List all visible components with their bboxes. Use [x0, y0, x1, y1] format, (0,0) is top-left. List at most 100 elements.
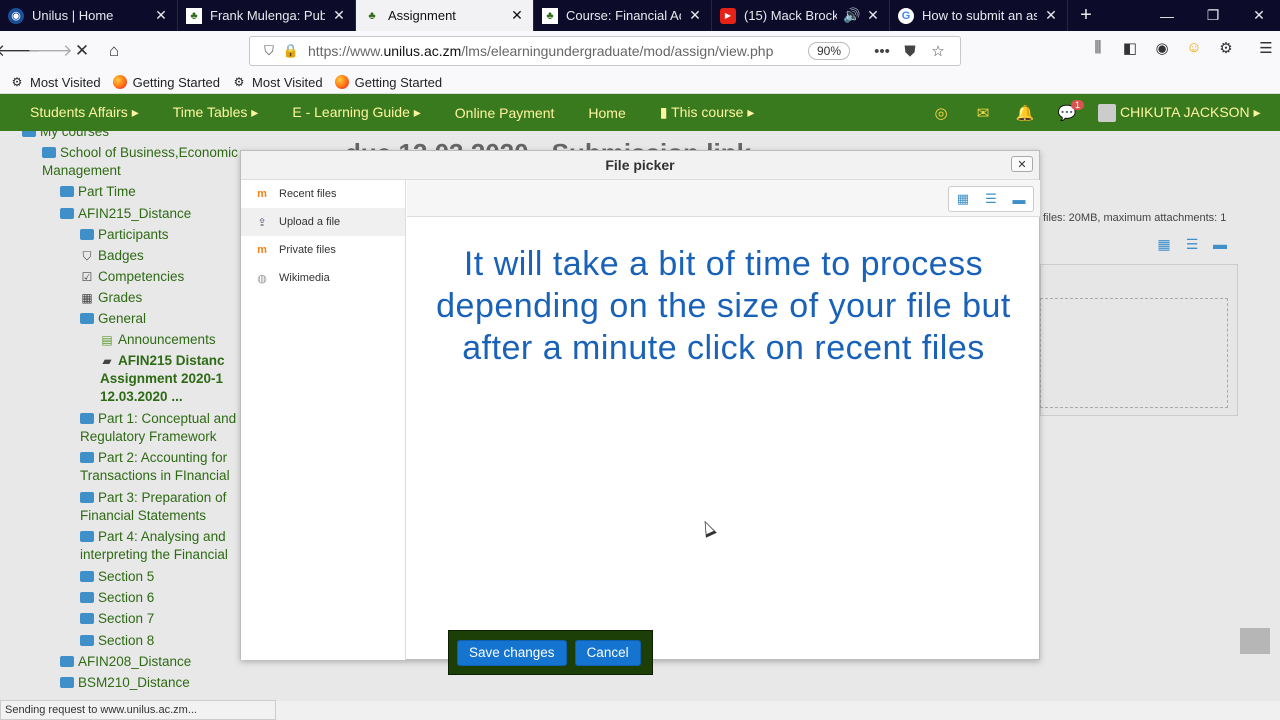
- folder-icon: [80, 613, 94, 624]
- window-close-icon[interactable]: ✕: [1236, 0, 1280, 31]
- chat-icon[interactable]: 💬 1: [1046, 99, 1088, 122]
- folder-icon[interactable]: ▬: [1206, 236, 1234, 253]
- tab-frank-mulenga[interactable]: ♣ Frank Mulenga: Public ✕: [178, 0, 356, 31]
- nav-students-affairs[interactable]: Students Affairs ▸: [30, 104, 139, 121]
- mail-icon[interactable]: ✉: [962, 104, 1004, 122]
- sidebar-item-assignment-date[interactable]: 12.03.2020 ...: [100, 388, 183, 406]
- scroll-to-top-button[interactable]: [1240, 628, 1270, 654]
- nav-online-payment[interactable]: Online Payment: [455, 105, 555, 121]
- close-icon[interactable]: ✕: [865, 7, 881, 24]
- sidebar-item-participants[interactable]: Participants: [80, 226, 169, 244]
- shield-icon[interactable]: ⛉: [258, 43, 280, 59]
- library-icon[interactable]: ⫼: [1082, 39, 1114, 57]
- sidebar-item-part1-cont[interactable]: Regulatory Framework: [80, 428, 217, 446]
- sidebar-item-badges[interactable]: ⛉ Badges: [80, 247, 143, 265]
- sidebar-item-announcements[interactable]: ▤ Announcements: [100, 331, 215, 349]
- sidebar-item-afin215[interactable]: AFIN215_Distance: [60, 205, 191, 223]
- bookmark-getting-started[interactable]: Getting Started: [334, 75, 442, 90]
- firefox-icon: [334, 75, 349, 89]
- drop-zone[interactable]: [1040, 298, 1228, 408]
- repo-wikimedia[interactable]: ◍ Wikimedia: [241, 264, 405, 292]
- save-changes-button[interactable]: Save changes: [457, 639, 567, 666]
- sidebar-item-section6[interactable]: Section 6: [80, 589, 154, 607]
- sidebar-item-part2-cont[interactable]: Transactions in FInancial: [80, 467, 230, 485]
- speaker-icon[interactable]: 🔊: [843, 7, 860, 24]
- folder-icon: [80, 571, 94, 582]
- close-icon[interactable]: ✕: [687, 7, 703, 24]
- tab-unilus-home[interactable]: ◉ Unilus | Home ✕: [0, 0, 178, 31]
- sidebar-item-part1[interactable]: Part 1: Conceptual and: [80, 410, 236, 428]
- sidebar-toggle-icon[interactable]: ◧: [1114, 39, 1146, 57]
- bookmark-most-visited[interactable]: ⚙ Most Visited: [10, 75, 101, 90]
- url-bar[interactable]: ⛉ 🔒 https://www.unilus.ac.zm/lms/elearni…: [249, 36, 961, 66]
- sidebar-item-assignment-cont[interactable]: Assignment 2020-1: [100, 370, 223, 388]
- close-icon[interactable]: ✕: [509, 7, 525, 24]
- repo-private-files[interactable]: m Private files: [241, 236, 405, 264]
- nav-time-tables[interactable]: Time Tables ▸: [173, 104, 259, 121]
- emoji-extension-icon[interactable]: ☺: [1178, 39, 1210, 57]
- sidebar-item-part2[interactable]: Part 2: Accounting for: [80, 449, 227, 467]
- list-view-icon[interactable]: ☰: [1178, 236, 1206, 253]
- repo-recent-files[interactable]: m Recent files: [241, 180, 405, 208]
- sidebar-item-part4[interactable]: Part 4: Analysing and: [80, 528, 226, 546]
- sidebar-item-section7[interactable]: Section 7: [80, 610, 154, 628]
- repo-upload-file[interactable]: ⇪ Upload a file: [241, 208, 405, 236]
- restore-icon[interactable]: ❐: [1190, 0, 1236, 31]
- sidebar-item-grades[interactable]: ▦ Grades: [80, 289, 142, 307]
- bookmark-most-visited[interactable]: ⚙ Most Visited: [232, 75, 323, 90]
- stop-icon[interactable]: ✕: [66, 35, 98, 67]
- grid-view-icon[interactable]: ▦: [949, 187, 977, 211]
- sidebar-item-section8[interactable]: Section 8: [80, 632, 154, 650]
- nav-bar: 🡐 🡒 ✕ ⌂ ⛉ 🔒 https://www.unilus.ac.zm/lms…: [0, 31, 1280, 71]
- zoom-level[interactable]: 90%: [807, 42, 850, 60]
- sidebar-item-bsm210[interactable]: BSM210_Distance: [60, 674, 190, 692]
- dialog-close-button[interactable]: ✕: [1011, 156, 1033, 172]
- user-menu[interactable]: CHIKUTA JACKSON ▸: [1098, 103, 1261, 122]
- close-icon[interactable]: ✕: [153, 7, 169, 24]
- pocket-icon[interactable]: ⛊: [896, 43, 924, 60]
- shield-icon: ⛉: [82, 249, 92, 263]
- cancel-button[interactable]: Cancel: [574, 639, 641, 666]
- close-icon[interactable]: ✕: [1043, 7, 1059, 24]
- account-icon[interactable]: ◉: [1146, 39, 1178, 57]
- menu-icon[interactable]: ☰: [1250, 39, 1280, 57]
- sidebar-item-part3-cont[interactable]: Financial Statements: [80, 507, 206, 525]
- tab-assignment[interactable]: ♣ Assignment ✕: [356, 0, 534, 31]
- bookmark-getting-started[interactable]: Getting Started: [112, 75, 220, 90]
- home-icon[interactable]: ⌂: [98, 35, 130, 67]
- tab-youtube[interactable]: ▶ (15) Mack Brock - 🔊 ✕: [712, 0, 890, 31]
- sidebar-item-part4-cont[interactable]: interpreting the Financial: [80, 546, 228, 564]
- bookmark-star-icon[interactable]: ☆: [924, 42, 952, 60]
- extension-icon[interactable]: ⚙: [1210, 39, 1242, 57]
- new-tab-icon[interactable]: +: [1068, 0, 1104, 31]
- folder-view-icon[interactable]: ▬: [1005, 187, 1033, 211]
- tab-google-how-to[interactable]: G How to submit an assi ✕: [890, 0, 1068, 31]
- repository-list: m Recent files ⇪ Upload a file m Private fi…: [241, 180, 406, 660]
- grid-view-icon[interactable]: ▦: [1150, 236, 1178, 253]
- sidebar-item-my-courses[interactable]: My courses: [22, 131, 109, 141]
- target-icon[interactable]: ◎: [920, 104, 962, 122]
- more-actions-icon[interactable]: •••: [868, 43, 896, 60]
- list-view-icon[interactable]: ☰: [977, 187, 1005, 211]
- nav-home[interactable]: Home: [588, 105, 625, 121]
- bell-icon[interactable]: 🔔: [1004, 104, 1046, 122]
- nav-this-course[interactable]: ▮ This course ▸: [660, 104, 755, 121]
- sidebar-item-school[interactable]: School of Business,Economic: [42, 144, 238, 162]
- folder-icon: [80, 452, 94, 463]
- sidebar-item-part3[interactable]: Part 3: Preparation of: [80, 489, 226, 507]
- folder-icon: [22, 131, 36, 137]
- nav-elearning-guide[interactable]: E - Learning Guide ▸: [292, 104, 420, 121]
- sidebar-item-general[interactable]: General: [80, 310, 146, 328]
- tab-course-financial[interactable]: ♣ Course: Financial Acco ✕: [534, 0, 712, 31]
- sidebar-item-part-time[interactable]: Part Time: [60, 183, 136, 201]
- close-icon[interactable]: ✕: [331, 7, 347, 24]
- lock-icon[interactable]: 🔒: [280, 43, 302, 59]
- sidebar-item-competencies[interactable]: ☑ Competencies: [80, 268, 185, 286]
- minimize-icon[interactable]: —: [1144, 0, 1190, 31]
- forward-icon[interactable]: 🡒: [27, 35, 73, 67]
- sidebar-item-section5[interactable]: Section 5: [80, 568, 154, 586]
- sidebar-item-afin208[interactable]: AFIN208_Distance: [60, 653, 191, 671]
- sidebar-item-school-cont[interactable]: Management: [42, 162, 121, 180]
- sidebar-item-assignment[interactable]: ▰ AFIN215 Distanc: [100, 352, 224, 370]
- url-text[interactable]: https://www.unilus.ac.zm/lms/elearningun…: [308, 43, 802, 59]
